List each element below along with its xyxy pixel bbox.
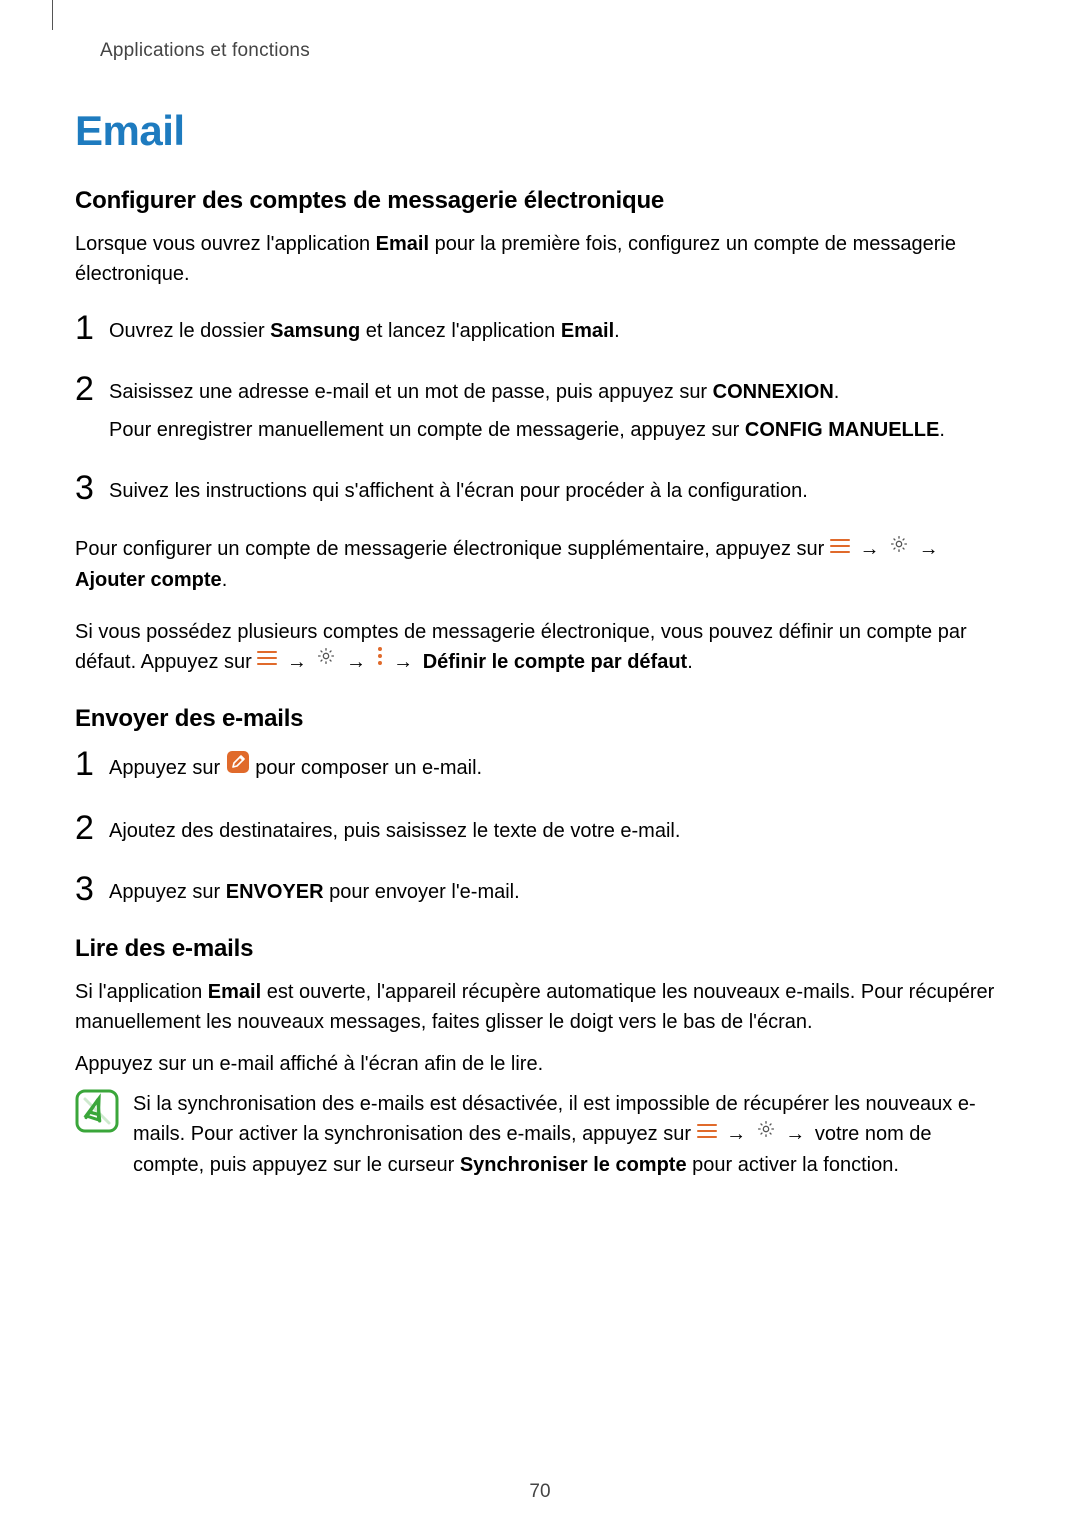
step-body: Ajoutez des destinataires, puis saisisse…	[109, 811, 680, 854]
read-paragraph-2: Appuyez sur un e-mail affiché à l'écran …	[75, 1049, 1005, 1079]
text: .	[834, 381, 840, 403]
step-2: 2 Ajoutez des destinataires, puis saisis…	[75, 811, 1005, 854]
step-3: 3 Appuyez sur ENVOYER pour envoyer l'e-m…	[75, 872, 1005, 915]
step-body: Suivez les instructions qui s'affichent …	[109, 471, 808, 514]
menu-icon	[697, 1118, 717, 1148]
gear-icon	[889, 533, 909, 563]
step-body: Appuyez sur pour composer un e-mail.	[109, 747, 482, 793]
step-body: Ouvrez le dossier Samsung et lancez l'ap…	[109, 311, 620, 354]
bold-samsung: Samsung	[270, 320, 360, 342]
step-body: Saisissez une adresse e-mail et un mot d…	[109, 372, 945, 453]
note-block: Si la synchronisation des e-mails est dé…	[75, 1089, 1005, 1180]
step-number: 2	[75, 372, 109, 406]
step-body: Appuyez sur ENVOYER pour envoyer l'e-mai…	[109, 872, 520, 915]
configure-steps: 1 Ouvrez le dossier Samsung et lancez l'…	[75, 311, 1005, 514]
text: Ajoutez des destinataires, puis saisisse…	[109, 816, 680, 846]
text: pour envoyer l'e-mail.	[324, 881, 520, 903]
bold-email: Email	[208, 981, 261, 1003]
step-2: 2 Saisissez une adresse e-mail et un mot…	[75, 372, 1005, 453]
arrow-icon: →	[287, 647, 307, 677]
gear-icon	[316, 645, 336, 675]
arrow-icon: →	[859, 534, 879, 564]
more-icon	[376, 645, 384, 675]
text: Pour enregistrer manuellement un compte …	[109, 419, 745, 441]
step-3: 3 Suivez les instructions qui s'affichen…	[75, 471, 1005, 514]
default-account-paragraph: Si vous possédez plusieurs comptes de me…	[75, 617, 1005, 678]
note-icon	[75, 1089, 119, 1133]
bold-email: Email	[561, 320, 614, 342]
compose-icon	[226, 750, 250, 783]
text: Suivez les instructions qui s'affichent …	[109, 476, 808, 506]
text: Pour configurer un compte de messagerie …	[75, 538, 830, 560]
running-head: Applications et fonctions	[100, 40, 1005, 62]
step-number: 3	[75, 471, 109, 505]
intro-text-a: Lorsque vous ouvrez l'application	[75, 233, 376, 255]
bold-sync-compte: Synchroniser le compte	[460, 1154, 687, 1176]
bold-connexion: CONNEXION	[713, 381, 834, 403]
page-title: Email	[75, 107, 1005, 155]
bold-config-manuelle: CONFIG MANUELLE	[745, 419, 939, 441]
heading-read: Lire des e-mails	[75, 935, 1005, 963]
arrow-icon: →	[919, 534, 939, 564]
gear-icon	[756, 1118, 776, 1148]
read-paragraph-1: Si l'application Email est ouverte, l'ap…	[75, 977, 1005, 1037]
bold-definir-defaut: Définir le compte par défaut	[423, 651, 688, 673]
top-rule	[52, 0, 53, 30]
step-number: 1	[75, 311, 109, 345]
text: pour activer la fonction.	[687, 1154, 899, 1176]
step-number: 2	[75, 811, 109, 845]
send-steps: 1 Appuyez sur pour composer un e-mail. 2…	[75, 747, 1005, 915]
text: Appuyez sur	[109, 757, 226, 779]
heading-configure: Configurer des comptes de messagerie éle…	[75, 187, 1005, 215]
intro-bold-email: Email	[376, 233, 429, 255]
text: .	[687, 651, 693, 673]
text: Appuyez sur	[109, 881, 226, 903]
arrow-icon: →	[393, 647, 413, 677]
arrow-icon: →	[785, 1119, 805, 1149]
note-body: Si la synchronisation des e-mails est dé…	[133, 1089, 1005, 1180]
text: pour composer un e-mail.	[255, 757, 482, 779]
bold-envoyer: ENVOYER	[226, 881, 324, 903]
text: et lancez l'application	[360, 320, 561, 342]
step-1: 1 Ouvrez le dossier Samsung et lancez l'…	[75, 311, 1005, 354]
page-number: 70	[0, 1481, 1080, 1503]
text: Saisissez une adresse e-mail et un mot d…	[109, 381, 713, 403]
step-number: 3	[75, 872, 109, 906]
extra-account-paragraph: Pour configurer un compte de messagerie …	[75, 534, 1005, 595]
intro-paragraph: Lorsque vous ouvrez l'application Email …	[75, 229, 1005, 289]
text: Ouvrez le dossier	[109, 320, 270, 342]
step-1: 1 Appuyez sur pour composer un e-mail.	[75, 747, 1005, 793]
step-number: 1	[75, 747, 109, 781]
menu-icon	[257, 645, 277, 675]
heading-send: Envoyer des e-mails	[75, 705, 1005, 733]
arrow-icon: →	[346, 647, 366, 677]
text: .	[939, 419, 945, 441]
text: .	[614, 320, 620, 342]
arrow-icon: →	[726, 1119, 746, 1149]
page: Applications et fonctions Email Configur…	[0, 0, 1080, 1527]
bold-ajouter-compte: Ajouter compte	[75, 569, 222, 591]
menu-icon	[830, 533, 850, 563]
text: .	[222, 569, 228, 591]
text: Si l'application	[75, 981, 208, 1003]
